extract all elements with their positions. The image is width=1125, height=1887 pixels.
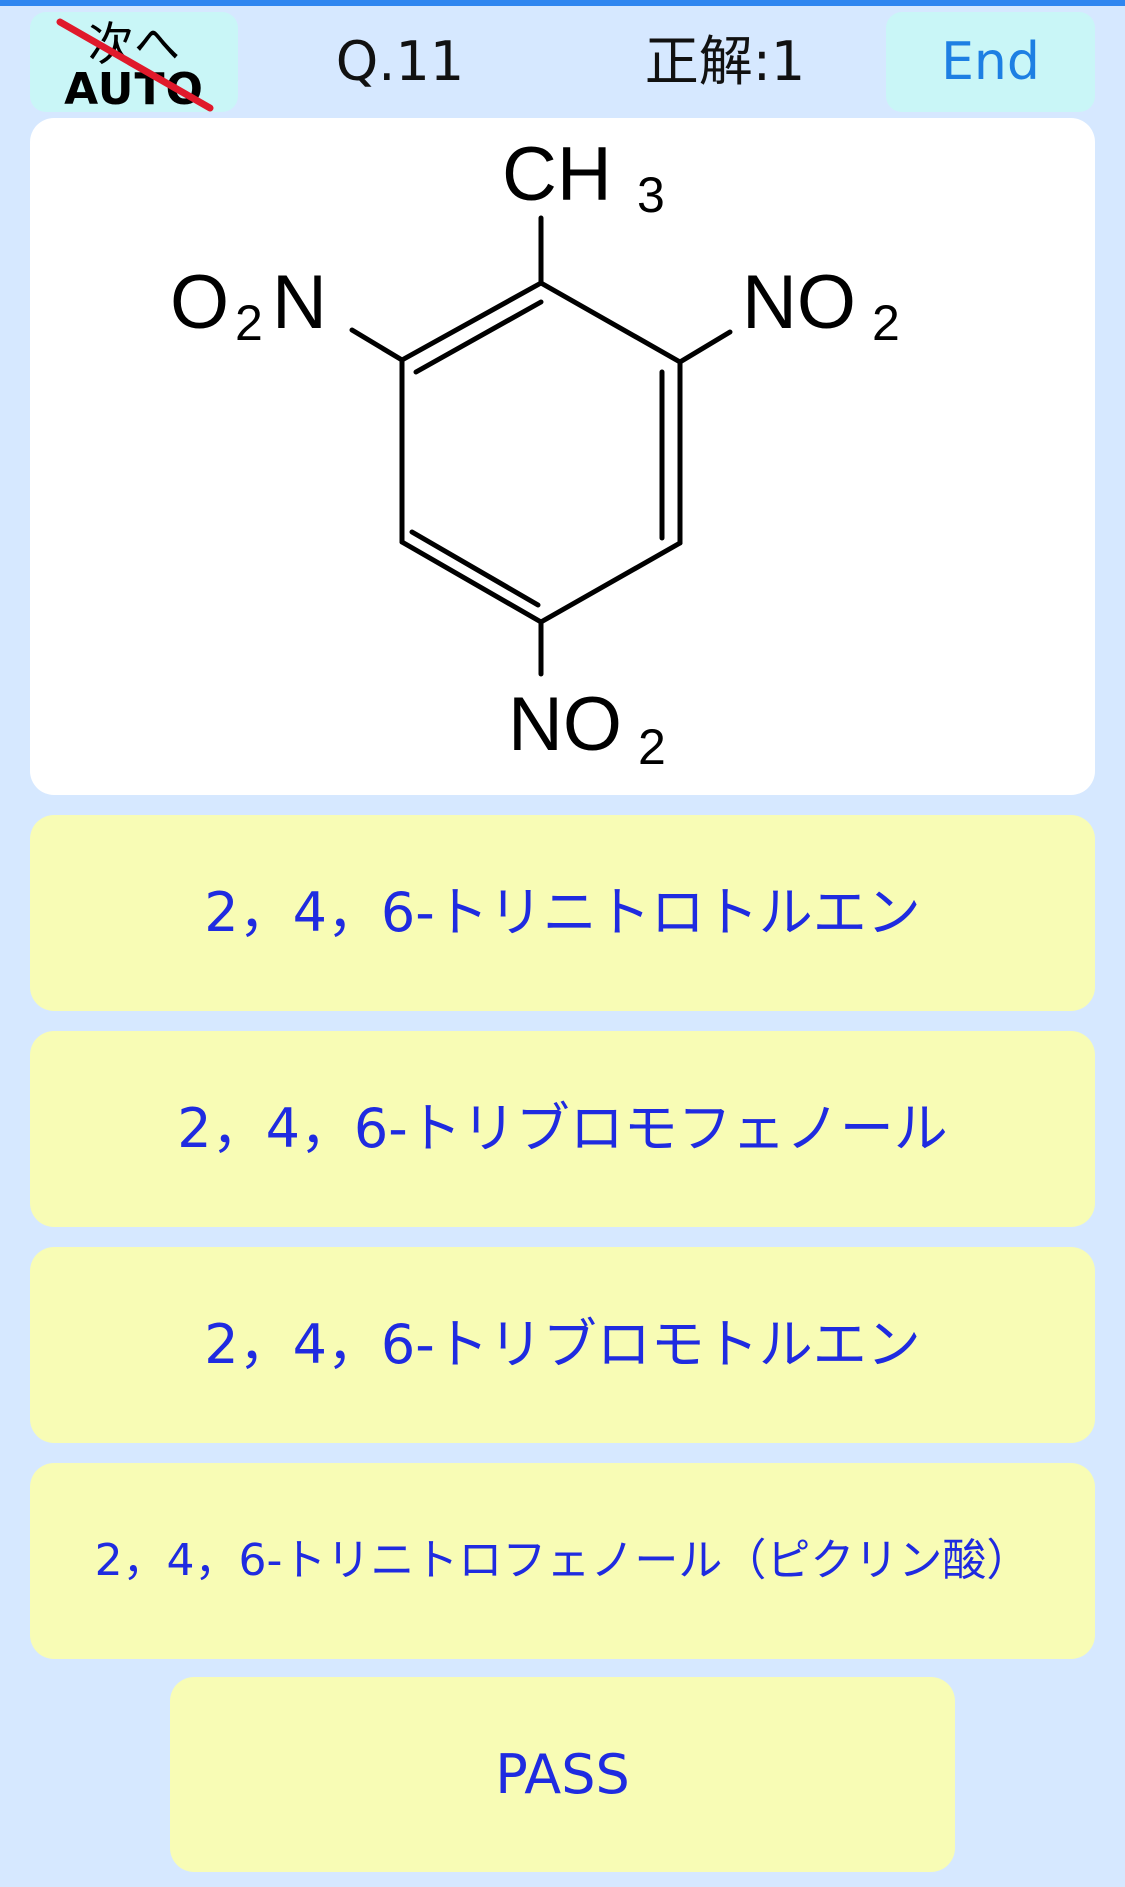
methyl-subscript: 3 <box>637 167 665 223</box>
strike-through-icon <box>56 18 214 112</box>
structure-diagram: CH 3 O 2 N NO 2 NO 2 <box>170 132 900 775</box>
left-nitro-o: O <box>170 260 229 345</box>
auto-next-toggle[interactable]: 次へ AUTO <box>30 12 238 112</box>
left-nitro-subscript: 2 <box>235 295 263 351</box>
question-number: Q.11 <box>335 30 465 93</box>
right-nitro-subscript: 2 <box>872 295 900 351</box>
end-button[interactable]: End <box>886 12 1095 112</box>
left-nitro-n: N <box>272 260 327 345</box>
right-nitro-label: NO <box>742 260 856 345</box>
bottom-nitro-subscript: 2 <box>638 719 666 775</box>
answer-option-4[interactable]: 2，4，6-トリニトロフェノール（ピクリン酸） <box>30 1463 1095 1659</box>
pass-button[interactable]: PASS <box>170 1677 955 1872</box>
correct-count: 正解:1 <box>644 30 806 93</box>
methyl-group-label: CH <box>502 132 612 217</box>
question-structure-card: CH 3 O 2 N NO 2 NO 2 <box>30 118 1095 795</box>
top-accent-bar <box>0 0 1125 6</box>
answer-option-3[interactable]: 2，4，6-トリブロモトルエン <box>30 1247 1095 1443</box>
answer-option-1[interactable]: 2，4，6-トリニトロトルエン <box>30 815 1095 1011</box>
answer-option-2[interactable]: 2，4，6-トリブロモフェノール <box>30 1031 1095 1227</box>
bottom-nitro-label: NO <box>508 682 622 767</box>
